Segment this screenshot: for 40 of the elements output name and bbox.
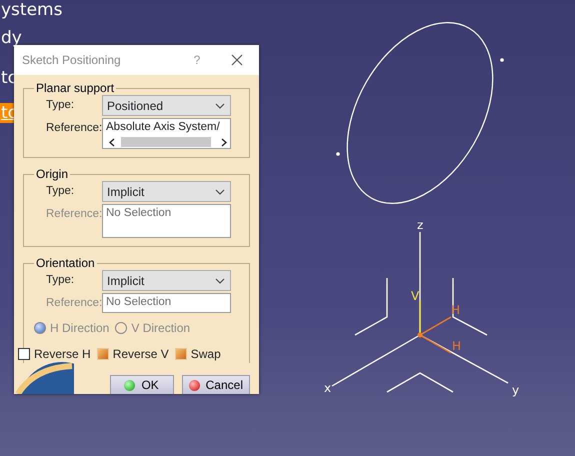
type-dropdown[interactable]: Positioned <box>102 95 231 116</box>
plane-line <box>452 278 488 336</box>
window-title: Sketch Positioning <box>22 52 122 69</box>
dialog-button[interactable]: OK <box>110 374 174 394</box>
field-label: Reference: <box>46 207 102 222</box>
scroll-right-icon[interactable] <box>221 138 227 147</box>
dropdown-caret-icon <box>215 102 225 108</box>
group-title: Planar support <box>35 81 116 95</box>
checkbox-option[interactable]: Reverse H <box>18 344 91 362</box>
plane-line <box>354 278 388 336</box>
field-label: Type: <box>46 98 76 113</box>
field-label: Type: <box>46 184 76 200</box>
dialog-button[interactable]: Cancel <box>182 374 250 394</box>
point-marker <box>336 152 340 156</box>
scroll-left-icon[interactable] <box>109 138 115 147</box>
type-dropdown[interactable]: Implicit <box>102 181 231 202</box>
dropdown-caret-icon <box>215 188 225 195</box>
group-title: Orientation <box>35 256 96 270</box>
checkbox-option[interactable]: Reverse V <box>96 344 169 362</box>
point-marker <box>500 58 504 62</box>
tree-item[interactable]: ystems <box>0 0 64 20</box>
field-label: Reference: <box>46 296 102 312</box>
field-label: Type: <box>46 273 76 288</box>
field-label: Reference: <box>46 121 102 136</box>
scrollbar-thumb[interactable] <box>121 137 211 148</box>
close-icon[interactable] <box>231 54 243 66</box>
origin-point <box>418 332 422 338</box>
axis-label: z <box>417 218 424 232</box>
globe-icon <box>14 362 74 394</box>
type-dropdown[interactable]: Implicit <box>102 270 231 292</box>
axis-label: y <box>512 383 520 397</box>
plane-line <box>386 372 454 393</box>
checkbox-option[interactable]: Swap <box>174 344 221 362</box>
reference-field[interactable]: Absolute Axis System/ <box>102 118 231 150</box>
group-title: Origin <box>35 167 70 182</box>
dropdown-caret-icon <box>215 278 225 284</box>
tree-item[interactable]: dy <box>0 28 24 48</box>
axis-label: H <box>452 339 462 353</box>
axis-label: x <box>324 381 332 395</box>
axis-label: V <box>411 289 420 303</box>
